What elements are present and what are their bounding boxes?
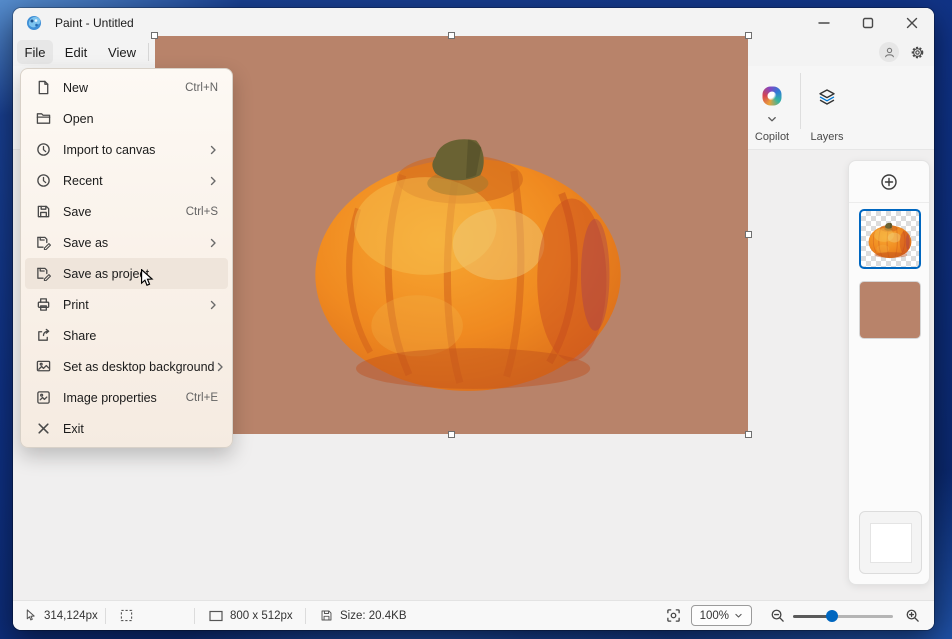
cursor-position-indicator: 314,124px xyxy=(25,609,105,622)
import-icon xyxy=(35,142,51,158)
menu-item-exit[interactable]: Exit xyxy=(25,413,228,444)
resize-handle-top-center[interactable] xyxy=(448,32,455,39)
menu-item-print[interactable]: Print xyxy=(25,289,228,320)
menu-item-label: Open xyxy=(63,112,218,126)
resize-handle-right-middle[interactable] xyxy=(745,231,752,238)
image-properties-icon xyxy=(35,390,51,406)
minimize-button[interactable] xyxy=(802,8,846,38)
menu-item-shortcut: Ctrl+N xyxy=(185,82,218,94)
add-layer-button[interactable] xyxy=(877,170,901,194)
mouse-cursor xyxy=(140,269,156,287)
layer-thumbnail-pumpkin[interactable] xyxy=(859,209,921,269)
printer-icon xyxy=(35,297,51,313)
desktop: { "window": { "title": "Paint - Untitled… xyxy=(0,0,952,639)
canvas-size-value: 800 x 512px xyxy=(230,610,293,622)
divider xyxy=(148,43,149,61)
zoom-out-button[interactable] xyxy=(770,608,785,623)
file-size-indicator: Size: 20.4KB xyxy=(306,609,406,622)
menu-item-label: Print xyxy=(63,298,208,312)
selection-size-indicator xyxy=(106,609,194,622)
drawing-canvas[interactable] xyxy=(155,36,748,434)
menu-item-label: Import to canvas xyxy=(63,143,208,157)
menu-item-set-as-desktop-background[interactable]: Set as desktop background xyxy=(25,351,228,382)
open-folder-icon xyxy=(35,111,51,127)
zoom-level-dropdown[interactable]: 100% xyxy=(691,605,752,626)
layers-group-label: Layers xyxy=(810,131,843,143)
menu-item-label: Image properties xyxy=(63,391,186,405)
chevron-down-icon[interactable] xyxy=(767,114,778,125)
save-as-icon xyxy=(35,235,51,251)
menu-item-import-to-canvas[interactable]: Import to canvas xyxy=(25,134,228,165)
menu-item-save-as[interactable]: Save as xyxy=(25,227,228,258)
exit-x-icon xyxy=(35,421,51,437)
status-bar: 314,124px 800 x 512px Size: 20.4KB 100% xyxy=(13,600,934,630)
menu-item-label: Save as xyxy=(63,236,208,250)
new-file-icon xyxy=(35,80,51,96)
resize-handle-bottom-center[interactable] xyxy=(448,431,455,438)
paint-app-icon xyxy=(26,15,42,31)
save-as-project-icon xyxy=(35,266,51,282)
submenu-chevron-icon xyxy=(208,238,218,248)
account-button[interactable] xyxy=(879,42,899,62)
menu-item-label: Save xyxy=(63,205,186,219)
close-button[interactable] xyxy=(890,8,934,38)
layers-panel-header xyxy=(849,161,929,203)
paint-window: Paint - Untitled File Edit View xyxy=(13,8,934,630)
divider xyxy=(800,73,801,129)
file-menu-dropdown: New Ctrl+N Open Import to canvas Recent xyxy=(20,68,233,448)
menu-item-save[interactable]: Save Ctrl+S xyxy=(25,196,228,227)
pumpkin-painting xyxy=(303,112,633,397)
menu-item-label: Set as desktop background xyxy=(63,360,215,374)
window-title: Paint - Untitled xyxy=(55,16,134,30)
menu-item-shortcut: Ctrl+E xyxy=(186,392,218,404)
desktop-background-icon xyxy=(35,359,51,375)
copilot-button[interactable] xyxy=(763,87,782,106)
layers-button[interactable] xyxy=(814,84,840,110)
copilot-group-label: Copilot xyxy=(755,131,789,143)
background-preview xyxy=(870,523,912,563)
menu-item-share[interactable]: Share xyxy=(25,320,228,351)
cursor-position-value: 314,124px xyxy=(44,610,98,622)
submenu-chevron-icon xyxy=(215,362,225,372)
menu-item-label: Recent xyxy=(63,174,208,188)
submenu-chevron-icon xyxy=(208,145,218,155)
menu-file[interactable]: File xyxy=(17,40,53,64)
layers-panel xyxy=(848,160,930,585)
layer-thumbnail-background[interactable] xyxy=(859,281,921,339)
menu-item-new[interactable]: New Ctrl+N xyxy=(25,72,228,103)
menu-view[interactable]: View xyxy=(102,40,142,64)
zoom-in-button[interactable] xyxy=(905,608,920,623)
resize-handle-top-right[interactable] xyxy=(745,32,752,39)
menu-item-label: Exit xyxy=(63,422,218,436)
menu-item-label: Share xyxy=(63,329,218,343)
settings-gear-icon[interactable] xyxy=(907,42,927,62)
save-floppy-icon xyxy=(35,204,51,220)
menu-item-label: New xyxy=(63,81,185,95)
menu-item-shortcut: Ctrl+S xyxy=(186,206,218,218)
file-size-value: Size: 20.4KB xyxy=(340,610,406,622)
menu-edit[interactable]: Edit xyxy=(58,40,94,64)
submenu-chevron-icon xyxy=(208,300,218,310)
canvas-size-indicator: 800 x 512px xyxy=(195,610,305,622)
menu-item-image-properties[interactable]: Image properties Ctrl+E xyxy=(25,382,228,413)
menu-item-save-as-project[interactable]: Save as project xyxy=(25,258,228,289)
resize-handle-top-left[interactable] xyxy=(151,32,158,39)
canvas-background-tile[interactable] xyxy=(859,511,922,574)
maximize-button[interactable] xyxy=(846,8,890,38)
menu-item-recent[interactable]: Recent xyxy=(25,165,228,196)
fit-to-screen-button[interactable] xyxy=(666,608,681,623)
zoom-level-value: 100% xyxy=(700,610,729,622)
zoom-slider-track xyxy=(832,615,893,618)
zoom-slider-thumb[interactable] xyxy=(826,610,838,622)
share-icon xyxy=(35,328,51,344)
submenu-chevron-icon xyxy=(208,176,218,186)
resize-handle-bottom-right[interactable] xyxy=(745,431,752,438)
menu-item-open[interactable]: Open xyxy=(25,103,228,134)
zoom-slider[interactable] xyxy=(793,606,893,626)
recent-clock-icon xyxy=(35,173,51,189)
